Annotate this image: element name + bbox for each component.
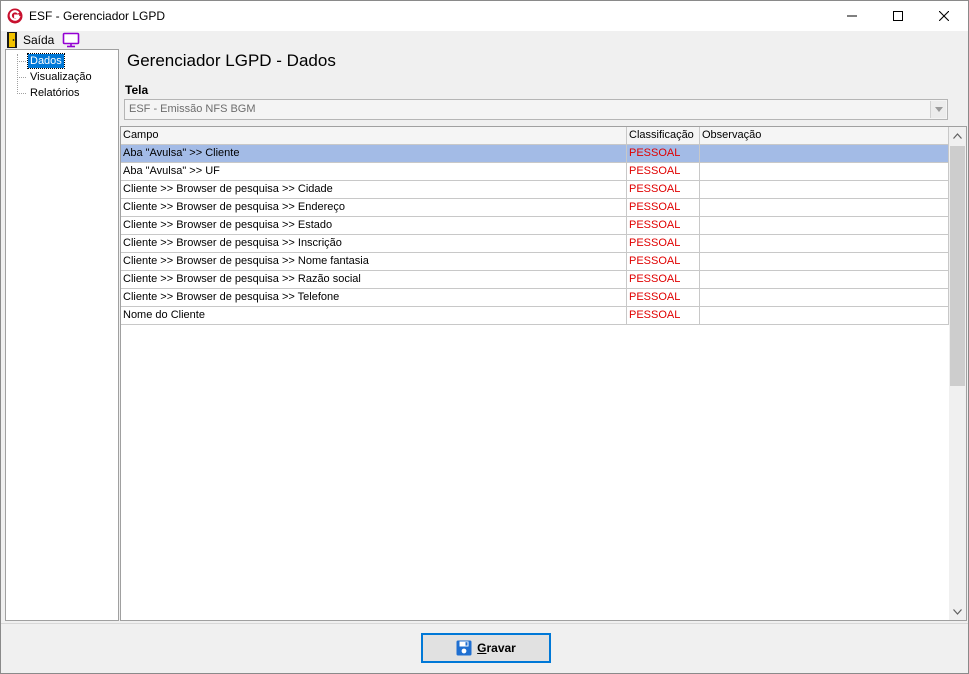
cell-classificacao[interactable]: PESSOAL xyxy=(627,307,700,324)
minimize-button[interactable] xyxy=(829,1,875,31)
cell-campo[interactable]: Cliente >> Browser de pesquisa >> Razão … xyxy=(121,271,627,288)
table-row[interactable]: Nome do Cliente PESSOAL xyxy=(121,307,949,325)
save-button[interactable]: Gravar xyxy=(421,633,551,663)
floppy-disk-icon xyxy=(456,640,472,656)
tree-item-relatorios[interactable]: Relatórios xyxy=(28,86,82,100)
scroll-down-button[interactable] xyxy=(949,603,966,620)
maximize-icon xyxy=(893,11,903,21)
menu-exit[interactable]: Saída xyxy=(23,33,54,47)
chevron-up-icon xyxy=(953,132,962,139)
cell-campo[interactable]: Cliente >> Browser de pesquisa >> Endere… xyxy=(121,199,627,216)
page-title: Gerenciador LGPD - Dados xyxy=(127,51,336,70)
table-row[interactable]: Aba "Avulsa" >> Cliente PESSOAL xyxy=(121,145,949,163)
cell-observacao[interactable] xyxy=(700,271,949,288)
cell-campo[interactable]: Aba "Avulsa" >> Cliente xyxy=(121,145,627,162)
table-row[interactable]: Aba "Avulsa" >> UF PESSOAL xyxy=(121,163,949,181)
table-row[interactable]: Cliente >> Browser de pesquisa >> Telefo… xyxy=(121,289,949,307)
cell-classificacao[interactable]: PESSOAL xyxy=(627,145,700,162)
cell-campo[interactable]: Cliente >> Browser de pesquisa >> Inscri… xyxy=(121,235,627,252)
cell-classificacao[interactable]: PESSOAL xyxy=(627,163,700,180)
cell-campo[interactable]: Aba "Avulsa" >> UF xyxy=(121,163,627,180)
cell-classificacao[interactable]: PESSOAL xyxy=(627,181,700,198)
app-window: ESF - Gerenciador LGPD Saída Dados Visua… xyxy=(0,0,969,674)
fields-grid: Campo Classificação Observação Aba "Avul… xyxy=(120,126,967,621)
menu-bar: Saída xyxy=(1,31,968,49)
close-button[interactable] xyxy=(921,1,967,31)
cell-observacao[interactable] xyxy=(700,253,949,270)
column-header-campo[interactable]: Campo xyxy=(121,127,627,145)
cell-classificacao[interactable]: PESSOAL xyxy=(627,199,700,216)
window-title: ESF - Gerenciador LGPD xyxy=(29,9,166,23)
minimize-icon xyxy=(847,15,857,17)
tree-connector xyxy=(17,54,18,94)
cell-observacao[interactable] xyxy=(700,217,949,234)
close-icon xyxy=(939,11,949,21)
exit-door-icon[interactable] xyxy=(6,31,18,49)
tree-item-visualizacao[interactable]: Visualização xyxy=(28,70,94,84)
cell-classificacao[interactable]: PESSOAL xyxy=(627,217,700,234)
table-row[interactable]: Cliente >> Browser de pesquisa >> Inscri… xyxy=(121,235,949,253)
scroll-up-button[interactable] xyxy=(949,127,966,144)
tree-connector xyxy=(17,77,26,78)
cell-observacao[interactable] xyxy=(700,145,949,162)
cell-campo[interactable]: Nome do Cliente xyxy=(121,307,627,324)
cell-campo[interactable]: Cliente >> Browser de pesquisa >> Cidade xyxy=(121,181,627,198)
cell-observacao[interactable] xyxy=(700,199,949,216)
app-logo-icon xyxy=(7,8,23,24)
cell-classificacao[interactable]: PESSOAL xyxy=(627,289,700,306)
cell-classificacao[interactable]: PESSOAL xyxy=(627,235,700,252)
monitor-icon[interactable] xyxy=(62,32,80,48)
scrollbar-thumb[interactable] xyxy=(950,146,965,386)
column-header-classificacao[interactable]: Classificação xyxy=(627,127,700,145)
tree-connector xyxy=(17,93,26,94)
cell-observacao[interactable] xyxy=(700,163,949,180)
tela-select-value: ESF - Emissão NFS BGM xyxy=(129,103,256,115)
table-row[interactable]: Cliente >> Browser de pesquisa >> Nome f… xyxy=(121,253,949,271)
table-row[interactable]: Cliente >> Browser de pesquisa >> Estado… xyxy=(121,217,949,235)
tela-select[interactable]: ESF - Emissão NFS BGM xyxy=(124,99,948,120)
cell-campo[interactable]: Cliente >> Browser de pesquisa >> Nome f… xyxy=(121,253,627,270)
cell-campo[interactable]: Cliente >> Browser de pesquisa >> Telefo… xyxy=(121,289,627,306)
save-button-label: Gravar xyxy=(477,641,516,655)
chevron-down-icon xyxy=(934,107,943,112)
cell-campo[interactable]: Cliente >> Browser de pesquisa >> Estado xyxy=(121,217,627,234)
dropdown-button[interactable] xyxy=(930,101,946,118)
cell-observacao[interactable] xyxy=(700,289,949,306)
navigation-tree: Dados Visualização Relatórios xyxy=(5,49,119,621)
table-row[interactable]: Cliente >> Browser de pesquisa >> Razão … xyxy=(121,271,949,289)
tree-connector xyxy=(17,61,26,62)
table-row[interactable]: Cliente >> Browser de pesquisa >> Cidade… xyxy=(121,181,949,199)
vertical-scrollbar[interactable] xyxy=(949,127,966,620)
cell-observacao[interactable] xyxy=(700,307,949,324)
title-bar: ESF - Gerenciador LGPD xyxy=(1,1,968,31)
cell-classificacao[interactable]: PESSOAL xyxy=(627,271,700,288)
maximize-button[interactable] xyxy=(875,1,921,31)
grid-header: Campo Classificação Observação xyxy=(121,127,949,145)
cell-observacao[interactable] xyxy=(700,181,949,198)
save-label-rest: ravar xyxy=(486,641,516,655)
column-header-observacao[interactable]: Observação xyxy=(700,127,949,145)
chevron-down-icon xyxy=(953,608,962,615)
tree-item-dados[interactable]: Dados xyxy=(27,53,65,69)
cell-observacao[interactable] xyxy=(700,235,949,252)
tela-label: Tela xyxy=(125,83,149,97)
table-row[interactable]: Cliente >> Browser de pesquisa >> Endere… xyxy=(121,199,949,217)
cell-classificacao[interactable]: PESSOAL xyxy=(627,253,700,270)
